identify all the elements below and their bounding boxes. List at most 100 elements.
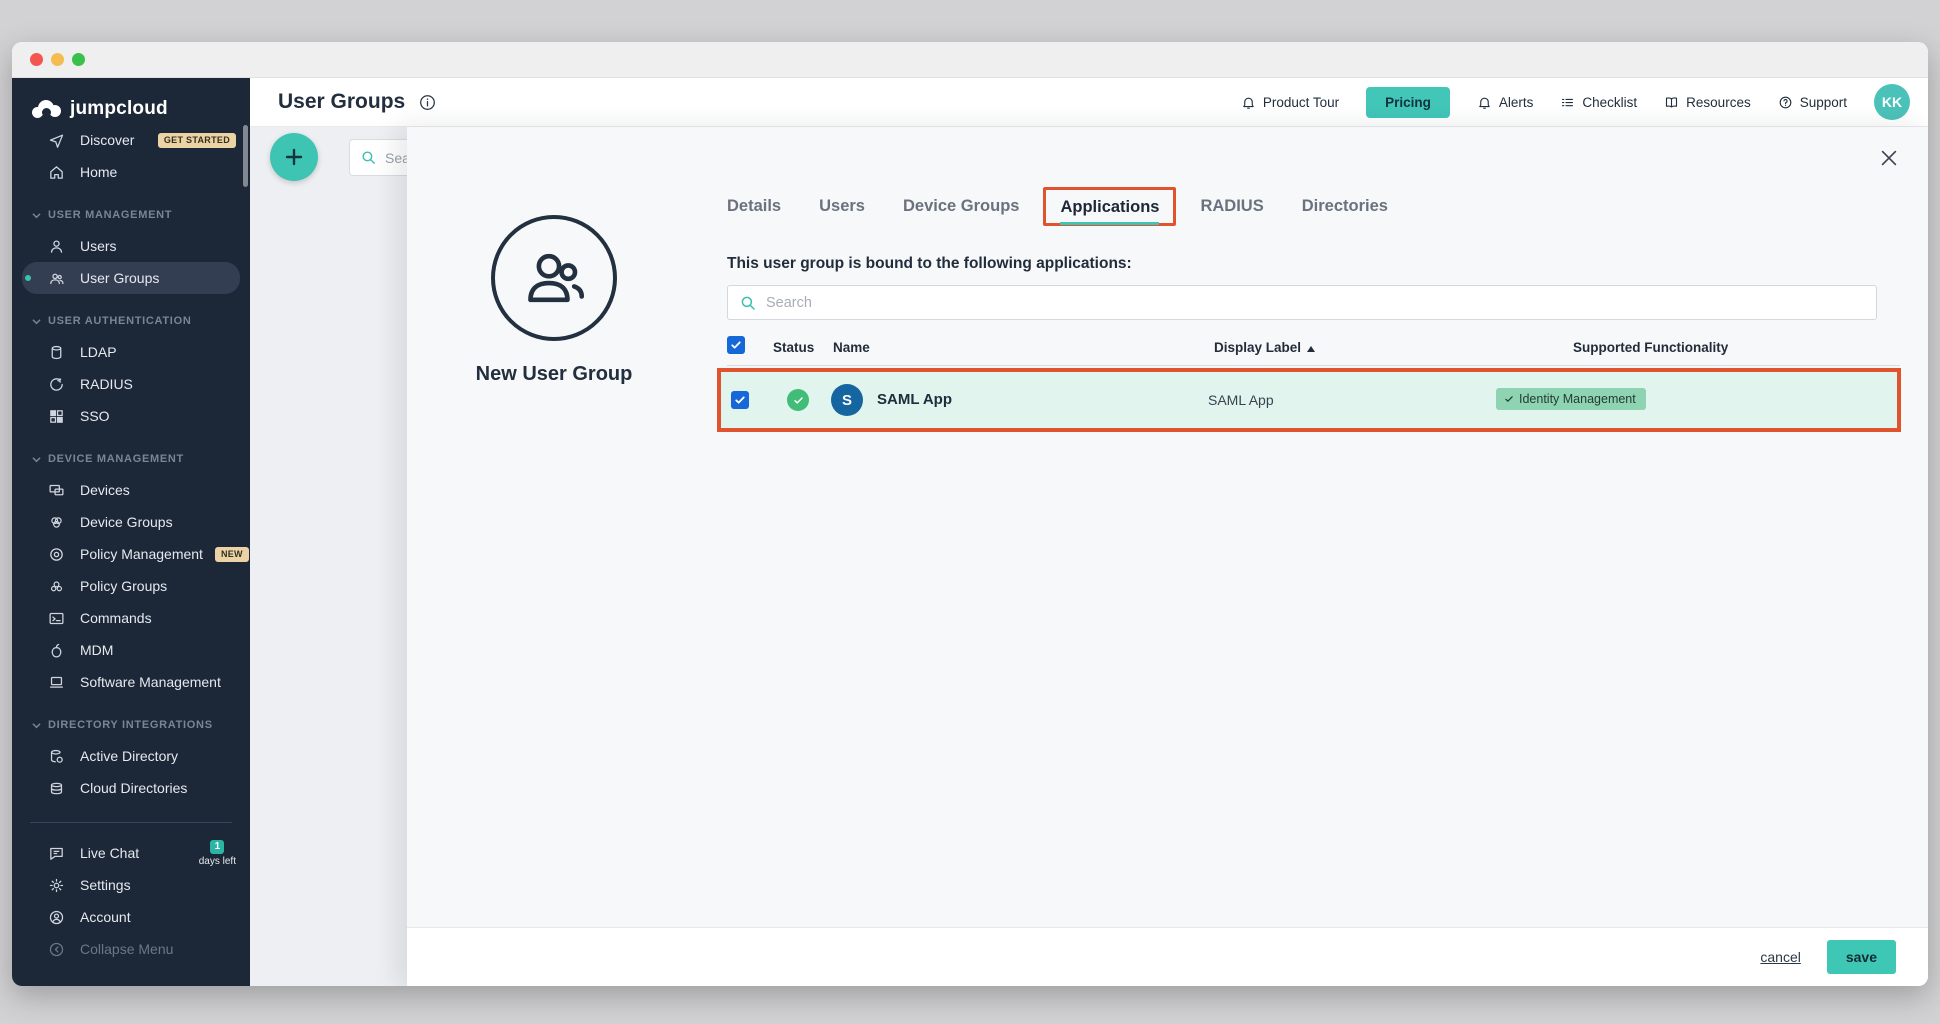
app-header: User Groups Product Tour Pricing Alerts bbox=[250, 78, 1928, 127]
policy-group-icon bbox=[48, 578, 65, 595]
select-all-checkbox[interactable] bbox=[727, 336, 745, 354]
product-tour-button[interactable]: Product Tour bbox=[1241, 95, 1339, 110]
sidebar-item-account[interactable]: Account bbox=[12, 901, 250, 933]
resources-button[interactable]: Resources bbox=[1664, 95, 1751, 110]
sidebar-item-ldap[interactable]: LDAP bbox=[12, 336, 250, 368]
check-icon bbox=[1504, 394, 1514, 404]
sidebar-scrollbar[interactable] bbox=[243, 125, 248, 187]
column-name[interactable]: Name bbox=[833, 340, 870, 355]
section-directory-integrations[interactable]: DIRECTORY INTEGRATIONS bbox=[12, 710, 250, 740]
applications-table-header: Status Name Display Label Supported Func… bbox=[727, 332, 1900, 366]
close-icon[interactable] bbox=[1876, 145, 1902, 171]
sidebar-item-collapse-menu[interactable]: Collapse Menu bbox=[12, 933, 250, 965]
window-titlebar bbox=[12, 42, 1928, 78]
sidebar-item-label: Discover bbox=[80, 132, 134, 148]
rocket-icon bbox=[48, 132, 65, 149]
question-icon bbox=[1778, 95, 1793, 110]
tab-details[interactable]: Details bbox=[727, 191, 781, 222]
trial-days-badge: 1 days left bbox=[199, 840, 236, 867]
sort-asc-icon bbox=[1307, 346, 1315, 352]
saml-app-logo: S bbox=[831, 384, 863, 416]
jumpcloud-cloud-icon bbox=[32, 100, 62, 118]
sidebar-divider bbox=[30, 822, 232, 823]
search-input[interactable] bbox=[766, 295, 1766, 311]
grid-icon bbox=[48, 408, 65, 425]
bell-icon bbox=[1241, 95, 1256, 110]
sidebar-item-mdm[interactable]: MDM bbox=[12, 634, 250, 666]
sidebar: jumpcloud Discover GET STARTED Home bbox=[12, 78, 250, 986]
section-device-management[interactable]: DEVICE MANAGEMENT bbox=[12, 444, 250, 474]
tab-users[interactable]: Users bbox=[819, 191, 865, 222]
sidebar-item-user-groups[interactable]: User Groups bbox=[22, 262, 240, 294]
sidebar-item-settings[interactable]: Settings bbox=[12, 869, 250, 901]
user-icon bbox=[48, 238, 65, 255]
alerts-button[interactable]: Alerts bbox=[1477, 95, 1534, 110]
checklist-icon bbox=[1560, 95, 1575, 110]
sidebar-item-live-chat[interactable]: Live Chat 1 days left bbox=[12, 837, 250, 869]
sidebar-item-active-directory[interactable]: Active Directory bbox=[12, 740, 250, 772]
tab-radius[interactable]: RADIUS bbox=[1200, 191, 1263, 222]
row-checkbox[interactable] bbox=[731, 391, 749, 409]
devices-icon bbox=[48, 482, 65, 499]
page-title: User Groups bbox=[278, 90, 405, 114]
detail-tabs: Details Users Device Groups Applications… bbox=[727, 187, 1388, 226]
sidebar-item-devices[interactable]: Devices bbox=[12, 474, 250, 506]
cancel-button[interactable]: cancel bbox=[1760, 949, 1800, 965]
column-supported-functionality[interactable]: Supported Functionality bbox=[1573, 340, 1728, 355]
terminal-icon bbox=[48, 610, 65, 627]
laptop-icon bbox=[48, 674, 65, 691]
sidebar-item-commands[interactable]: Commands bbox=[12, 602, 250, 634]
chevron-down-icon bbox=[32, 211, 41, 220]
app-display-label: SAML App bbox=[1208, 392, 1274, 408]
sidebar-item-policy-management[interactable]: Policy Management NEW bbox=[12, 538, 250, 570]
database-icon bbox=[48, 344, 65, 361]
sidebar-item-device-groups[interactable]: Device Groups bbox=[12, 506, 250, 538]
support-button[interactable]: Support bbox=[1778, 95, 1847, 110]
apple-icon bbox=[48, 642, 65, 659]
close-window-button[interactable] bbox=[30, 53, 43, 66]
applications-search bbox=[727, 285, 1877, 320]
chevron-down-icon bbox=[32, 721, 41, 730]
maximize-window-button[interactable] bbox=[72, 53, 85, 66]
search-icon bbox=[739, 294, 757, 312]
get-started-badge: GET STARTED bbox=[158, 133, 236, 148]
logo-text: jumpcloud bbox=[70, 98, 168, 120]
search-icon bbox=[360, 149, 377, 166]
section-user-management[interactable]: USER MANAGEMENT bbox=[12, 200, 250, 230]
checklist-button[interactable]: Checklist bbox=[1560, 95, 1637, 110]
table-row-saml-app[interactable]: S SAML App SAML App Identity Management bbox=[717, 368, 1901, 432]
group-name: New User Group bbox=[407, 363, 701, 386]
main-area: User Groups Product Tour Pricing Alerts bbox=[250, 78, 1928, 986]
info-icon[interactable] bbox=[419, 94, 436, 111]
sidebar-item-users[interactable]: Users bbox=[12, 230, 250, 262]
home-icon bbox=[48, 164, 65, 181]
minimize-window-button[interactable] bbox=[51, 53, 64, 66]
sidebar-item-discover[interactable]: Discover GET STARTED bbox=[12, 124, 250, 156]
add-user-group-button[interactable] bbox=[270, 133, 318, 181]
sidebar-item-policy-groups[interactable]: Policy Groups bbox=[12, 570, 250, 602]
plus-icon bbox=[282, 145, 306, 169]
app-window: jumpcloud Discover GET STARTED Home bbox=[12, 42, 1928, 986]
sidebar-item-cloud-directories[interactable]: Cloud Directories bbox=[12, 772, 250, 804]
app-name: SAML App bbox=[877, 391, 952, 408]
chevron-down-icon bbox=[32, 317, 41, 326]
tab-directories[interactable]: Directories bbox=[1302, 191, 1388, 222]
section-user-authentication[interactable]: USER AUTHENTICATION bbox=[12, 306, 250, 336]
save-button[interactable]: save bbox=[1827, 940, 1896, 974]
sidebar-item-home[interactable]: Home bbox=[12, 156, 250, 188]
tab-applications[interactable]: Applications bbox=[1043, 187, 1176, 226]
sidebar-item-radius[interactable]: RADIUS bbox=[12, 368, 250, 400]
tab-device-groups[interactable]: Device Groups bbox=[903, 191, 1019, 222]
chevron-down-icon bbox=[32, 455, 41, 464]
bound-applications-text: This user group is bound to the followin… bbox=[727, 255, 1132, 273]
user-group-detail-panel: New User Group Details Users Device Grou… bbox=[407, 127, 1928, 986]
pricing-button[interactable]: Pricing bbox=[1366, 87, 1450, 118]
user-avatar[interactable]: KK bbox=[1874, 84, 1910, 120]
device-group-icon bbox=[48, 514, 65, 531]
column-status[interactable]: Status bbox=[773, 340, 814, 355]
jumpcloud-logo[interactable]: jumpcloud bbox=[12, 78, 250, 124]
column-display-label[interactable]: Display Label bbox=[1214, 340, 1315, 355]
sidebar-item-sso[interactable]: SSO bbox=[12, 400, 250, 432]
modal-footer: cancel save bbox=[407, 927, 1928, 986]
sidebar-item-software-management[interactable]: Software Management bbox=[12, 666, 250, 698]
